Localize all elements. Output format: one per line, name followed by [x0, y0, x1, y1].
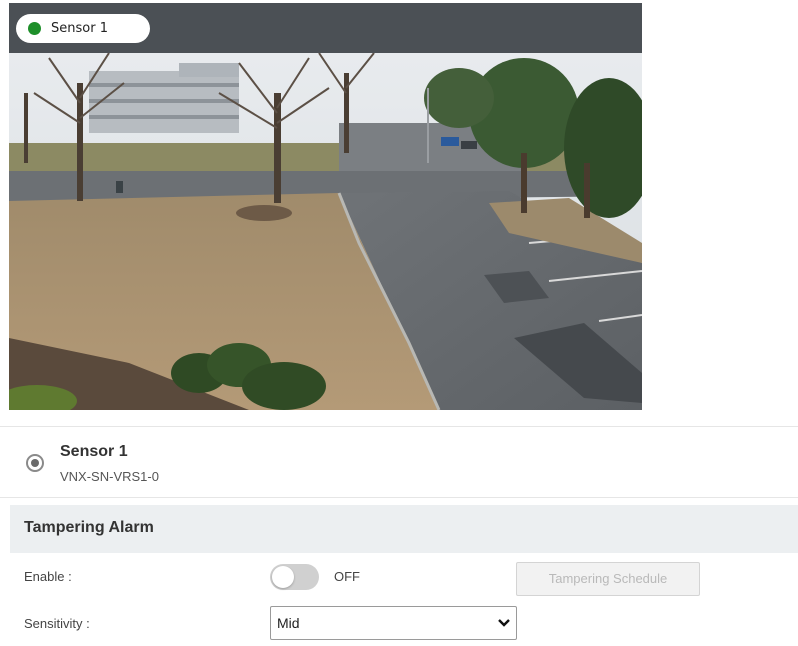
sensor-name: Sensor 1: [60, 443, 128, 460]
enable-label: Enable :: [24, 569, 72, 584]
radio-selected-indicator: [31, 459, 39, 467]
tampering-schedule-button[interactable]: Tampering Schedule: [516, 562, 700, 596]
sensitivity-select[interactable]: Mid: [270, 606, 517, 640]
sensor-radio-button[interactable]: [26, 454, 44, 472]
preview-header-bar: Sensor 1: [9, 3, 642, 53]
toggle-knob: [272, 566, 294, 588]
sensitivity-value: Mid: [277, 615, 300, 631]
sensor-badge-label: Sensor 1: [51, 21, 108, 36]
divider-top: [0, 426, 798, 427]
camera-feed-image: [9, 53, 642, 410]
sensor-id: VNX-SN-VRS1-0: [60, 469, 159, 484]
online-dot-icon: [28, 22, 41, 35]
sensor-badge: Sensor 1: [16, 14, 150, 43]
sensitivity-label: Sensitivity :: [24, 616, 90, 631]
camera-preview: Sensor 1: [9, 3, 642, 410]
tampering-alarm-header: Tampering Alarm: [10, 505, 798, 553]
divider-bottom: [0, 497, 798, 498]
section-title: Tampering Alarm: [24, 519, 154, 536]
enable-state-label: OFF: [334, 569, 360, 584]
chevron-down-icon: [498, 619, 510, 627]
enable-toggle[interactable]: [270, 564, 319, 590]
